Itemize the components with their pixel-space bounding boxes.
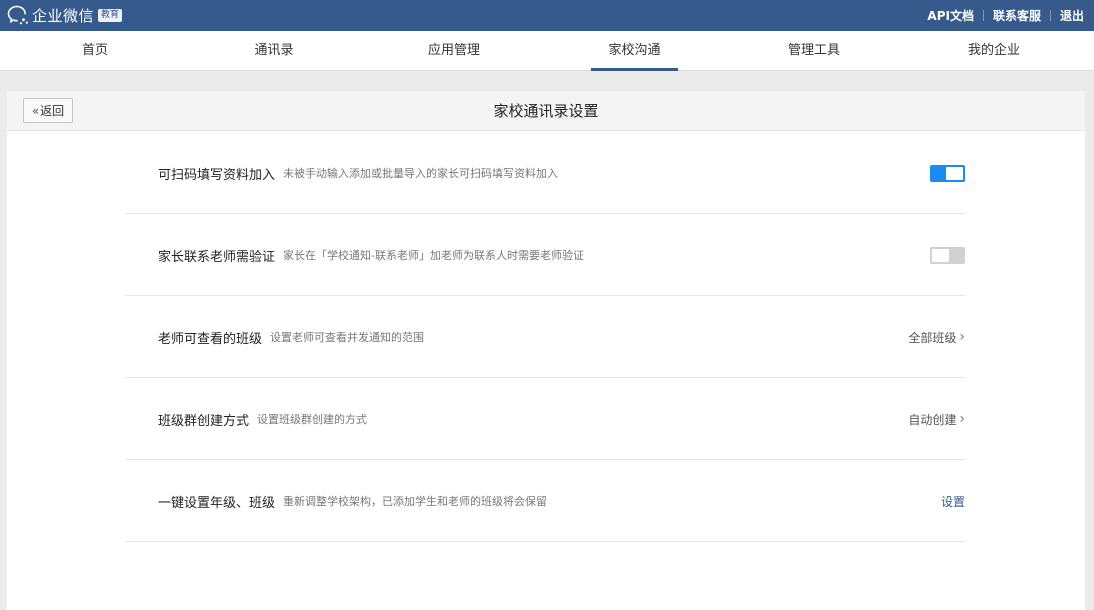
chevron-right-icon: › — [959, 329, 965, 345]
setting-description: 设置老师可查看并发通知的范围 — [270, 331, 425, 344]
panel-header: 家校通讯录设置 « 返回 — [7, 91, 1085, 131]
parent-verify-toggle[interactable] — [930, 246, 965, 264]
tab-contacts[interactable]: 通讯录 — [240, 31, 308, 71]
top-bar: 企业微信 教育 API文档 联系客服 退出 — [0, 0, 1094, 31]
back-button[interactable]: « 返回 — [23, 98, 73, 123]
setting-title: 家长联系老师需验证 — [158, 249, 276, 265]
logo-text: 企业微信 — [32, 6, 95, 25]
setting-row-teacher-classes: 老师可查看的班级 设置老师可查看并发通知的范围 全部班级 › — [125, 296, 965, 378]
group-creation-selector[interactable]: 自动创建 › — [908, 411, 965, 428]
setting-row-grade-class-setup: 一键设置年级、班级 重新调整学校架构，已添加学生和老师的班级将会保留 设置 — [125, 460, 965, 542]
setup-link[interactable]: 设置 — [941, 493, 965, 510]
setting-row-group-creation: 班级群创建方式 设置班级群创建的方式 自动创建 › — [125, 378, 965, 460]
back-button-label: 返回 — [40, 104, 65, 118]
tab-home-school[interactable]: 家校沟通 — [591, 31, 678, 71]
contact-support-link[interactable]: 联系客服 — [993, 7, 1041, 24]
setting-description: 家长在「学校通知-联系老师」加老师为联系人时需要老师验证 — [283, 249, 584, 262]
chevron-right-icon: › — [959, 411, 965, 427]
toggle-knob — [932, 248, 949, 262]
setting-row-scan-join: 可扫码填写资料加入 未被手动输入添加或批量导入的家长可扫码填写资料加入 — [125, 132, 965, 214]
selected-value: 自动创建 — [908, 412, 957, 427]
divider — [1049, 10, 1051, 21]
wework-logo-icon — [7, 5, 28, 25]
settings-panel: 家校通讯录设置 « 返回 可扫码填写资料加入 未被手动输入添加或批量导入的家长可… — [7, 91, 1085, 610]
setting-title: 班级群创建方式 — [158, 413, 250, 429]
tab-my-enterprise[interactable]: 我的企业 — [952, 31, 1036, 71]
setting-title: 老师可查看的班级 — [158, 331, 263, 347]
tab-app-management[interactable]: 应用管理 — [412, 31, 496, 71]
tab-admin-tools[interactable]: 管理工具 — [772, 31, 856, 71]
top-links: API文档 联系客服 退出 — [927, 0, 1084, 31]
setting-description: 未被手动输入添加或批量导入的家长可扫码填写资料加入 — [283, 167, 559, 180]
setting-row-parent-verify: 家长联系老师需验证 家长在「学校通知-联系老师」加老师为联系人时需要老师验证 — [125, 214, 965, 296]
toggle-knob — [946, 166, 963, 180]
logo[interactable]: 企业微信 教育 — [6, 4, 123, 26]
edu-badge: 教育 — [98, 8, 123, 22]
api-docs-link[interactable]: API文档 — [927, 7, 974, 24]
settings-list: 可扫码填写资料加入 未被手动输入添加或批量导入的家长可扫码填写资料加入 家长联系… — [125, 132, 965, 542]
double-chevron-left-icon: « — [31, 103, 40, 118]
page-title: 家校通讯录设置 — [493, 102, 599, 120]
setting-description: 重新调整学校架构，已添加学生和老师的班级将会保留 — [283, 495, 548, 508]
tab-home[interactable]: 首页 — [66, 31, 124, 71]
selected-value: 全部班级 — [908, 330, 957, 345]
teacher-classes-selector[interactable]: 全部班级 › — [908, 329, 965, 346]
setting-title: 一键设置年级、班级 — [158, 495, 276, 511]
main-nav: 首页 通讯录 应用管理 家校沟通 管理工具 我的企业 — [0, 31, 1094, 71]
setting-description: 设置班级群创建的方式 — [257, 413, 368, 426]
scan-join-toggle[interactable] — [930, 164, 965, 182]
divider — [982, 10, 984, 21]
logout-link[interactable]: 退出 — [1060, 7, 1084, 24]
setting-title: 可扫码填写资料加入 — [158, 167, 276, 183]
